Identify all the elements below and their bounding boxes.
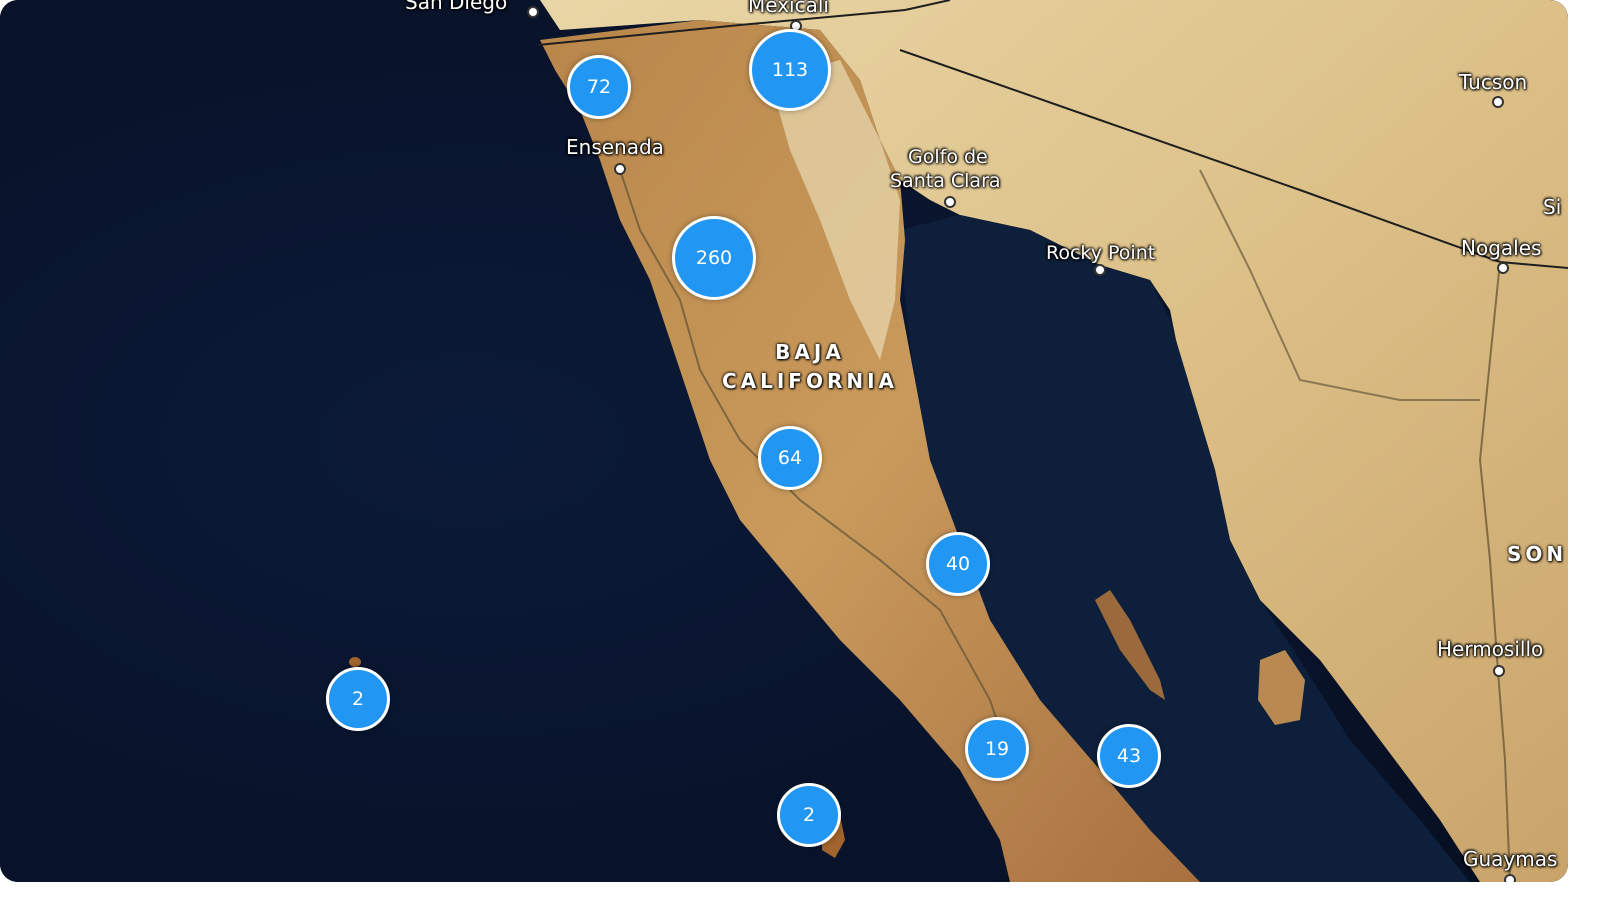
label-rocky-point: Rocky Point (1046, 242, 1156, 264)
dot-hermosillo (1493, 665, 1505, 677)
region-baja-line1: BAJA (775, 340, 845, 364)
dot-ensenada (614, 163, 626, 175)
label-mexicali: Mexicali (748, 0, 829, 17)
cluster-marker[interactable]: 2 (777, 783, 841, 847)
label-tucson: Tucson (1459, 70, 1528, 94)
cluster-marker[interactable]: 113 (749, 29, 831, 111)
dot-golfo-de-santa-clara (944, 196, 956, 208)
label-golfo-de-santa-clara: Golfo de Santa Clara (890, 145, 1001, 193)
map-view[interactable]: San Diego Mexicali Tucson Ensenada Golfo… (0, 0, 1568, 882)
guadalupe-island (349, 657, 361, 667)
label-nogales: Nogales (1461, 236, 1542, 260)
cluster-marker[interactable]: 2 (326, 667, 390, 731)
label-san-diego: San Diego (405, 0, 508, 14)
cluster-marker[interactable]: 72 (567, 55, 631, 119)
cluster-marker[interactable]: 43 (1097, 724, 1161, 788)
label-sierra-vista-partial: Si (1543, 195, 1562, 219)
label-guaymas: Guaymas (1463, 847, 1558, 871)
label-golfo-de-line1: Golfo de (908, 146, 988, 168)
dot-rocky-point (1094, 264, 1106, 276)
dot-nogales (1497, 262, 1509, 274)
cluster-marker[interactable]: 64 (758, 426, 822, 490)
cluster-marker[interactable]: 260 (672, 216, 756, 300)
cluster-marker[interactable]: 19 (965, 717, 1029, 781)
label-ensenada: Ensenada (566, 135, 664, 159)
region-baja-california: BAJA CALIFORNIA (720, 338, 900, 396)
dot-tucson (1492, 96, 1504, 108)
region-sonora-partial: SON (1507, 542, 1568, 566)
cluster-marker[interactable]: 40 (926, 532, 990, 596)
dot-san-diego (527, 6, 539, 18)
label-santa-clara-line2: Santa Clara (890, 170, 1001, 192)
dot-guaymas (1504, 874, 1516, 882)
label-hermosillo: Hermosillo (1437, 637, 1544, 661)
region-california-line2: CALIFORNIA (721, 369, 899, 393)
